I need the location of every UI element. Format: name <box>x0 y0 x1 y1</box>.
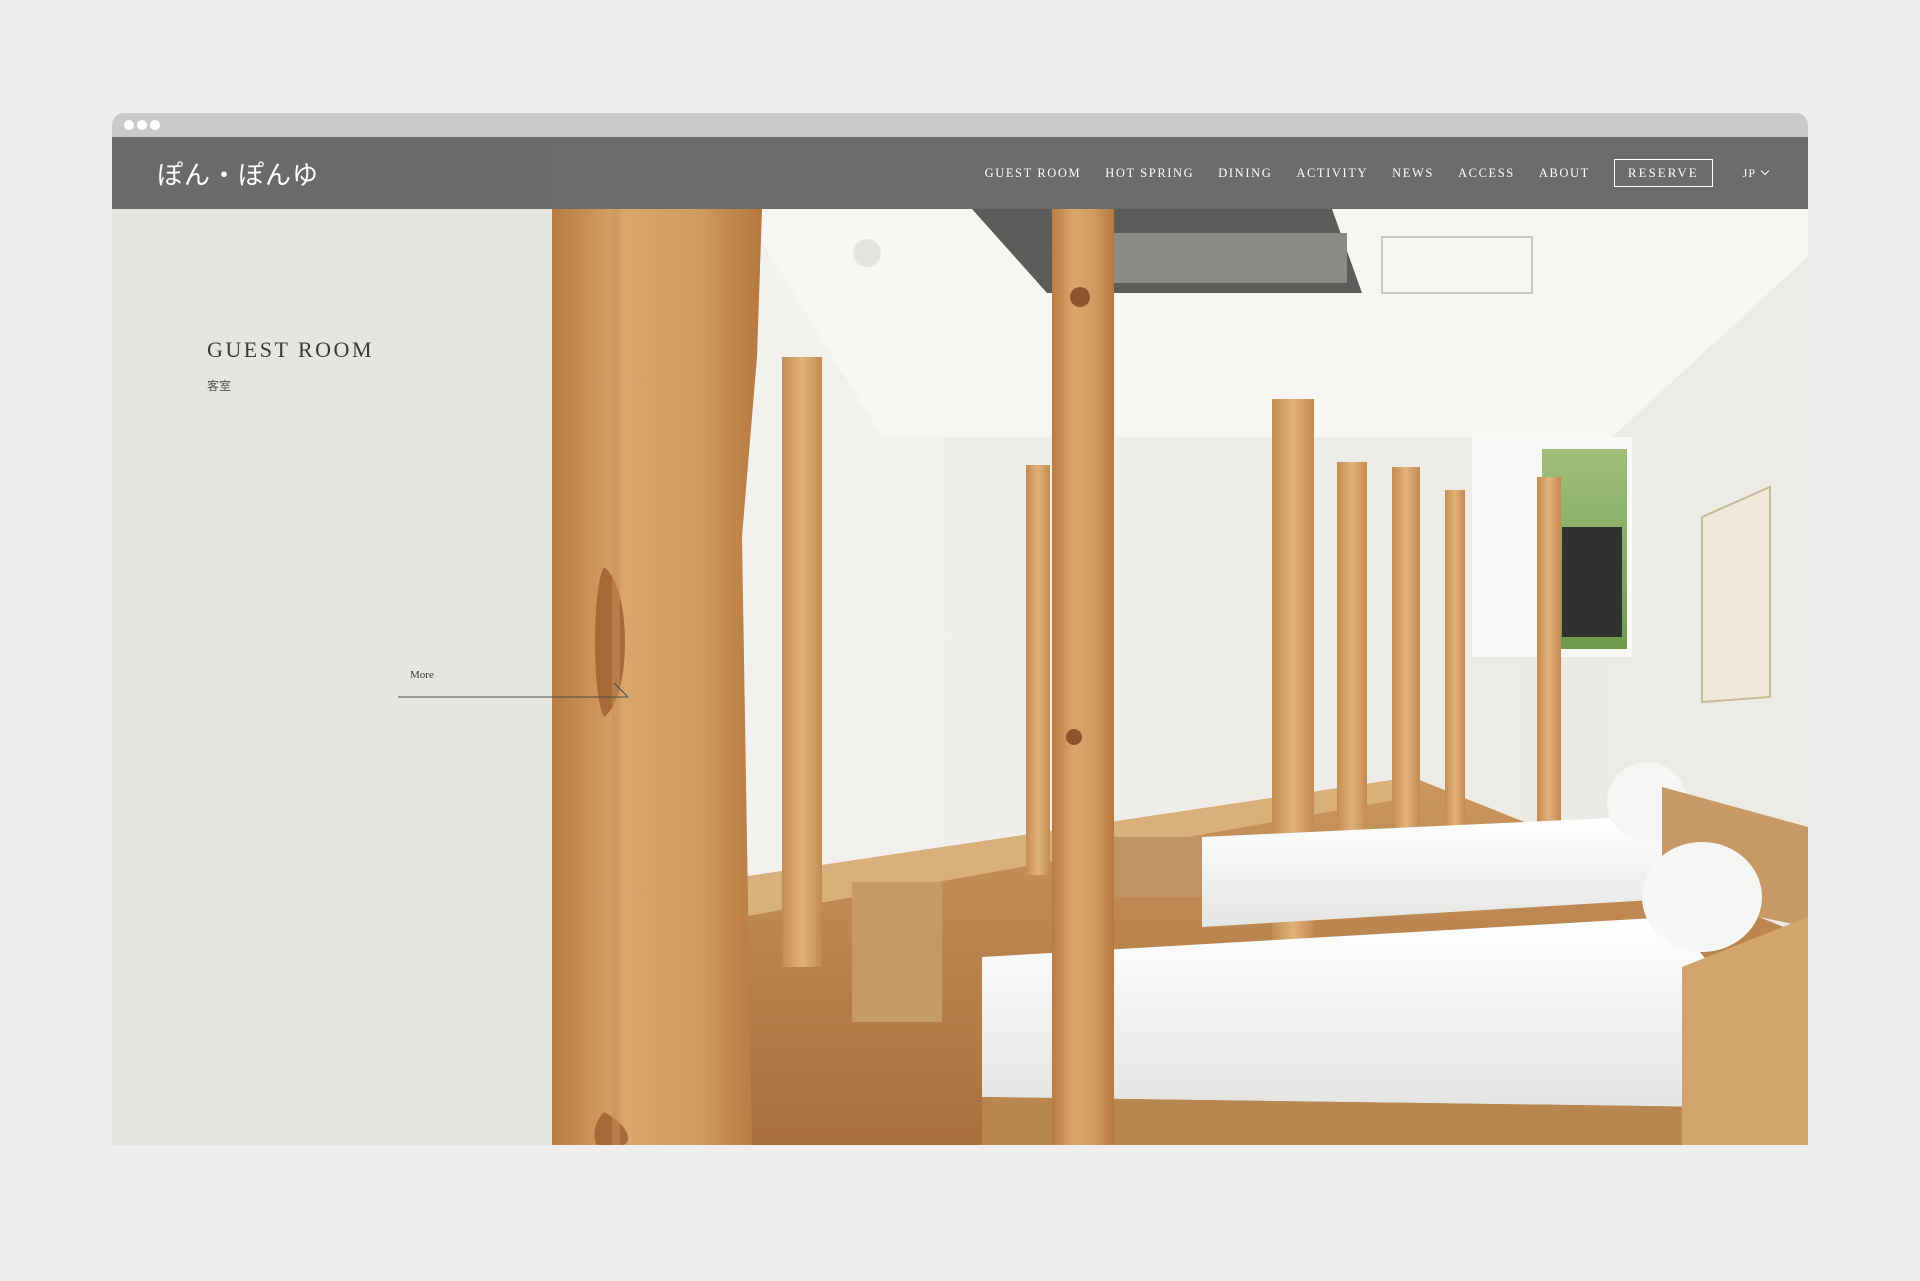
nav-item-access[interactable]: ACCESS <box>1458 166 1515 181</box>
nav-item-news[interactable]: NEWS <box>1392 166 1434 181</box>
guest-room-photo <box>552 137 1808 1145</box>
window-dot-icon[interactable] <box>124 120 134 130</box>
main-nav: GUEST ROOM HOT SPRING DINING ACTIVITY NE… <box>961 137 1770 209</box>
more-link[interactable]: More <box>398 669 630 699</box>
window-dot-icon[interactable] <box>150 120 160 130</box>
section-title: GUEST ROOM <box>207 337 375 362</box>
chevron-down-icon <box>1760 166 1770 176</box>
site-logo[interactable]: ぽん・ぽんゆ <box>157 153 319 193</box>
reserve-button[interactable]: RESERVE <box>1613 159 1713 187</box>
nav-item-guest-room[interactable]: GUEST ROOM <box>985 166 1082 181</box>
nav-item-activity[interactable]: ACTIVITY <box>1296 166 1368 181</box>
nav-item-hot-spring[interactable]: HOT SPRING <box>1105 166 1194 181</box>
section-subtitle: 客室 <box>207 379 232 393</box>
site-header: ぽん・ぽんゆ GUEST ROOM HOT SPRING DINING ACTI… <box>112 137 1808 209</box>
browser-window: ぽん・ぽんゆ GUEST ROOM HOT SPRING DINING ACTI… <box>112 113 1808 1145</box>
window-dot-icon[interactable] <box>137 120 147 130</box>
language-selector[interactable]: JP <box>1742 165 1770 181</box>
arrow-right-icon <box>398 682 629 698</box>
nav-item-about[interactable]: ABOUT <box>1539 166 1590 181</box>
nav-item-dining[interactable]: DINING <box>1218 166 1272 181</box>
window-chrome-bar <box>112 113 1808 137</box>
language-label: JP <box>1742 165 1756 180</box>
